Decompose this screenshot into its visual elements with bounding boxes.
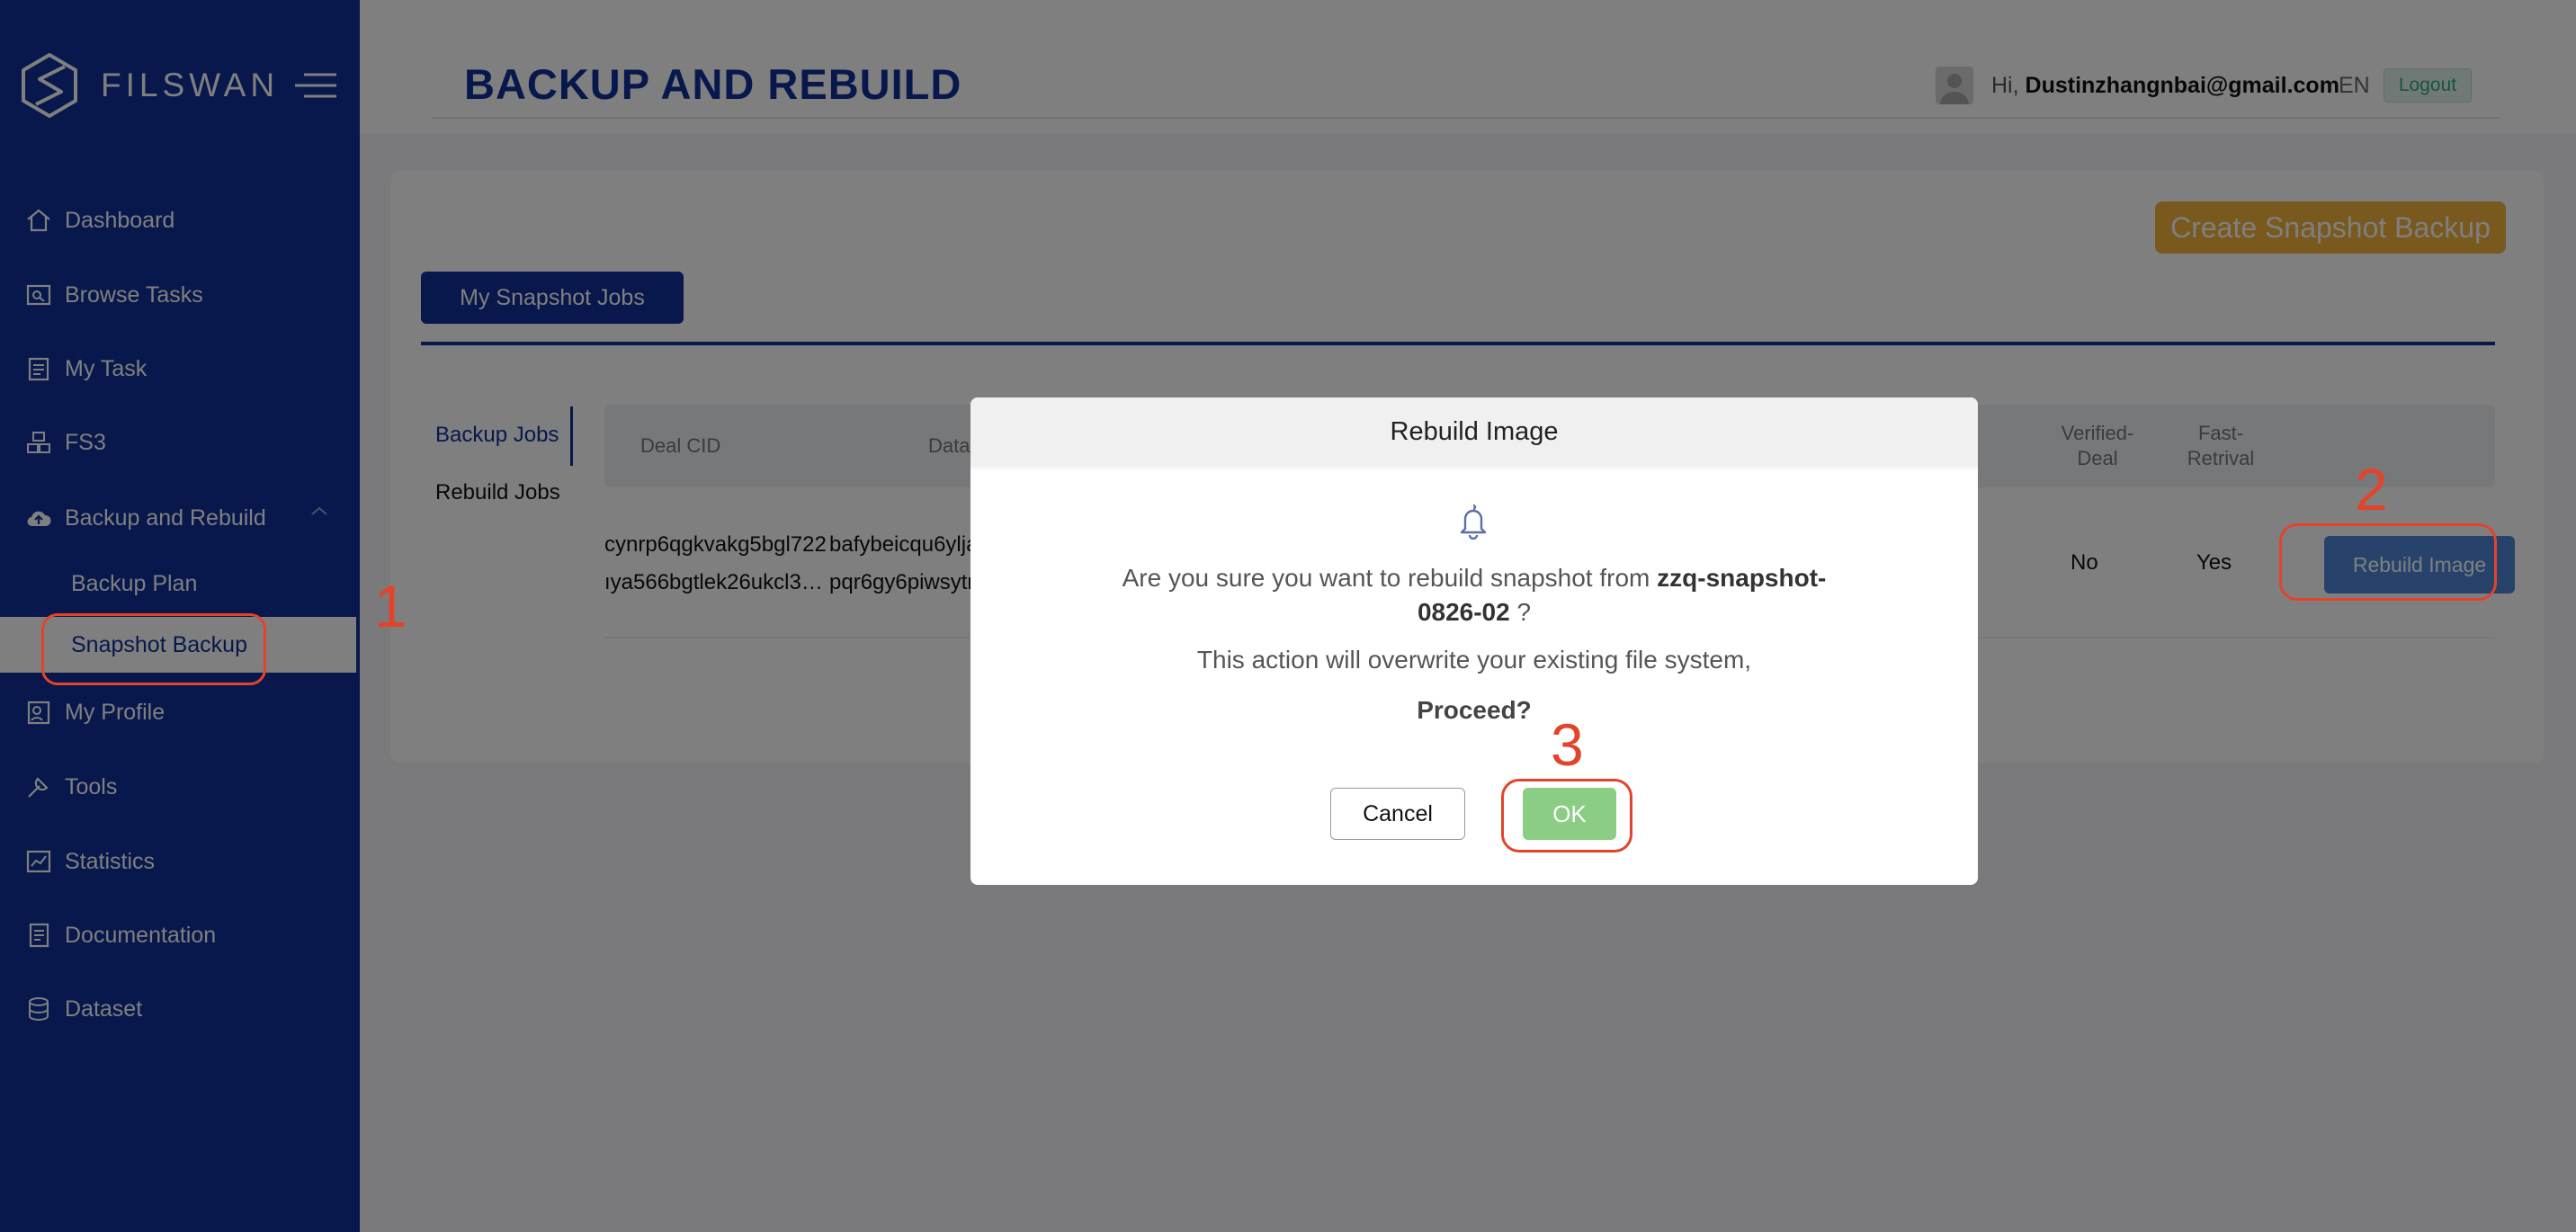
message-prefix: Are you sure you want to rebuild snapsho… <box>1122 564 1650 592</box>
dialog-proceed: Proceed? <box>1417 696 1532 724</box>
bell-icon <box>1460 504 1487 540</box>
dialog-warning: This action will overwrite your existing… <box>1196 646 1752 674</box>
rebuild-image-dialog: Rebuild Image Are you sure you want to r… <box>970 397 1978 885</box>
dialog-message: Are you sure you want to rebuild snapsho… <box>970 561 1978 629</box>
annotation-number-3: 3 <box>1551 711 1584 778</box>
annotation-number-1: 1 <box>374 573 407 639</box>
dialog-title: Rebuild Image <box>970 397 1978 466</box>
annotation-ring-rebuild-image <box>2279 523 2497 601</box>
message-suffix: ? <box>1516 598 1532 626</box>
annotation-ring-ok <box>1501 779 1632 853</box>
cancel-button[interactable]: Cancel <box>1330 788 1465 840</box>
annotation-number-2: 2 <box>2355 456 2388 522</box>
annotation-ring-snapshot-backup <box>41 613 266 685</box>
